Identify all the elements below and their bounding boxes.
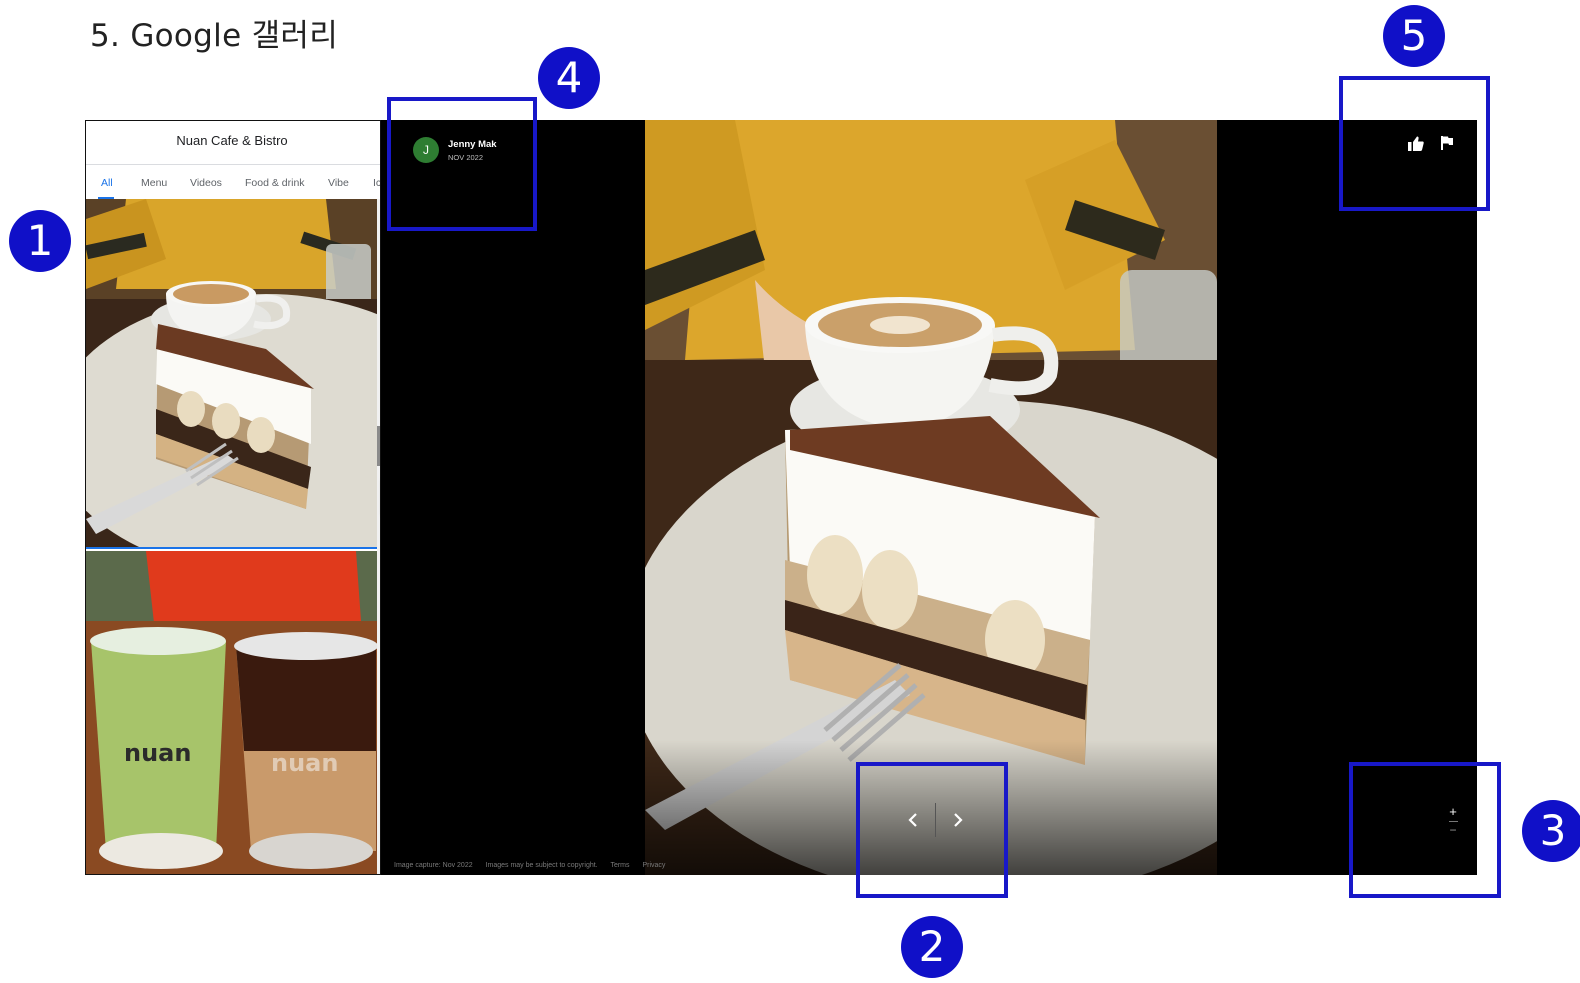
annotation-badge-1: 1 [9, 210, 71, 272]
tab-food-drink[interactable]: Food & drink [245, 177, 305, 189]
gallery-thumbnail-drinks[interactable]: nuan nuan [86, 551, 377, 874]
slide-title: 5. Google 갤러리 [90, 18, 339, 54]
annotation-badge-5: 5 [1383, 5, 1445, 67]
cup-logo-right: nuan [271, 749, 338, 777]
terms-link[interactable]: Terms [610, 862, 629, 869]
annotation-box-2 [856, 762, 1008, 898]
place-title: Nuan Cafe & Bistro [176, 133, 288, 148]
panel-divider [86, 164, 380, 165]
privacy-link[interactable]: Privacy [642, 862, 665, 869]
copyright-notice: Images may be subject to copyright. [485, 862, 598, 869]
drinks-photo-thumbnail: nuan nuan [86, 551, 377, 874]
tab-menu[interactable]: Menu [141, 177, 167, 189]
tab-more[interactable]: Ic [373, 177, 380, 189]
annotation-box-5 [1339, 76, 1490, 211]
annotation-box-4 [387, 97, 537, 231]
viewer-footer: Image capture: Nov 2022 Images may be su… [394, 862, 676, 869]
annotation-badge-2: 2 [901, 916, 963, 978]
annotation-badge-3: 3 [1522, 800, 1580, 862]
cake-photo-thumbnail [86, 199, 377, 547]
tab-vibe[interactable]: Vibe [328, 177, 349, 189]
annotation-badge-4: 4 [538, 47, 600, 109]
tab-videos[interactable]: Videos [190, 177, 222, 189]
annotation-box-3 [1349, 762, 1501, 898]
tab-all[interactable]: All [101, 177, 113, 189]
gallery-thumbnail-cake[interactable] [86, 199, 377, 549]
cup-logo-left: nuan [124, 739, 191, 767]
image-capture-date: Image capture: Nov 2022 [394, 862, 473, 869]
category-tabs: All Menu Videos Food & drink Vibe Ic [86, 177, 380, 199]
gallery-panel: Nuan Cafe & Bistro All Menu Videos Food … [85, 120, 381, 875]
